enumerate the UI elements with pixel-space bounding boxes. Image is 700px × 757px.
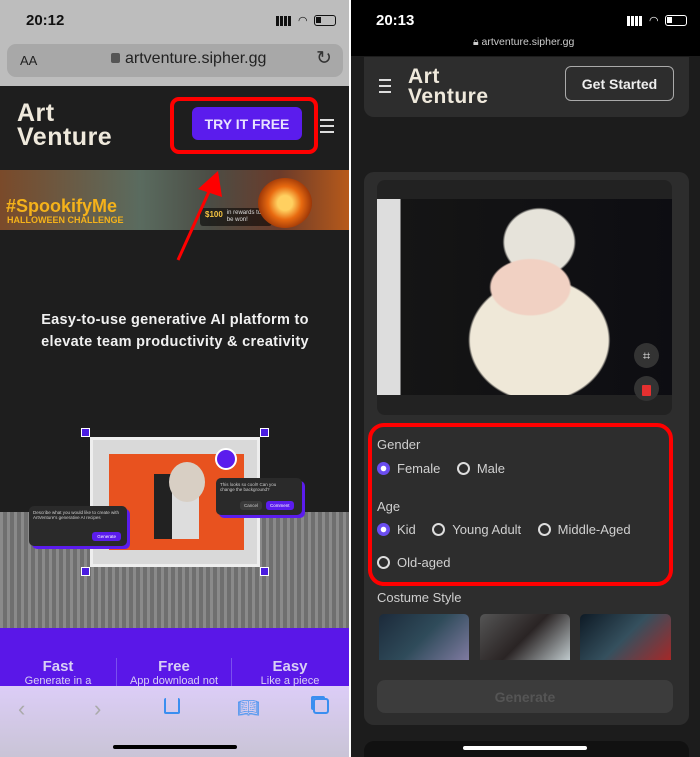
radio-young-adult[interactable]: Young Adult — [432, 522, 521, 537]
tabs-icon[interactable] — [313, 698, 329, 714]
age-label: Age — [377, 499, 401, 514]
home-indicator — [463, 746, 587, 750]
feature-easy: Easy Like a piece — [260, 658, 320, 687]
get-started-button[interactable]: Get Started — [565, 66, 674, 101]
share-icon[interactable] — [164, 698, 180, 714]
forward-icon[interactable]: › — [94, 696, 101, 722]
prompt-card: Describe what you would like to create w… — [29, 506, 127, 546]
hero-tagline: Easy-to-use generative AI platform to el… — [41, 312, 309, 350]
resize-handle[interactable] — [81, 428, 90, 437]
costume-style-label: Costume Style — [377, 590, 462, 605]
crop-icon[interactable]: ⌗ — [634, 343, 659, 368]
gender-label: Gender — [377, 437, 421, 452]
radio-female[interactable]: Female — [377, 461, 440, 476]
site-header: Art Venture Get Started — [364, 57, 689, 117]
resize-handle[interactable] — [81, 567, 90, 576]
highlight-box — [170, 97, 318, 154]
wifi-icon: ◠ — [298, 15, 308, 27]
costume-option-1[interactable] — [379, 614, 469, 660]
image-upload-area[interactable]: ⌗ — [377, 180, 672, 415]
back-icon[interactable]: ‹ — [18, 696, 25, 722]
gender-radio-group: Female Male — [377, 461, 517, 480]
home-indicator — [113, 745, 237, 749]
reload-icon[interactable]: ↻ — [316, 47, 332, 70]
status-icons: ◠ — [276, 14, 336, 27]
lock-icon — [111, 53, 120, 63]
right-phone-screen: 20:13 ◠ 🔒︎ artventure.sipher.gg Art Ventu… — [351, 0, 700, 757]
banner-subtitle: HALLOWEEN CHALLENGE — [7, 215, 124, 225]
features-section: Fast Generate in a Free App download not E… — [0, 628, 349, 688]
url-bar[interactable]: AA artventure.sipher.gg ↻ — [7, 44, 343, 77]
status-time: 20:13 — [376, 12, 415, 29]
illustration-cancel-button: Cancel — [240, 501, 263, 510]
feature-free: Free App download not — [116, 658, 232, 688]
bookmarks-icon[interactable]: 📖︎ — [237, 698, 260, 719]
costume-option-3[interactable] — [580, 614, 671, 660]
status-time: 20:12 — [26, 12, 65, 29]
left-phone-screen: 20:12 ◠ AA artventure.sipher.gg ↻ Art Ven… — [0, 0, 349, 757]
pumpkin-image — [258, 178, 312, 228]
avatar — [215, 448, 237, 470]
red-arrow-annotation — [176, 171, 222, 261]
radio-kid[interactable]: Kid — [377, 522, 416, 537]
age-radio-group: Kid Young Adult Middle-Aged Old-aged — [377, 522, 677, 574]
illustration-comment-button: Comment — [266, 501, 294, 510]
radio-middle-aged[interactable]: Middle-Aged — [537, 522, 631, 537]
menu-icon[interactable] — [379, 79, 391, 97]
safari-bottom-toolbar: ‹ › 📖︎ — [0, 686, 349, 757]
artventure-logo[interactable]: Art Venture — [17, 101, 112, 150]
wifi-icon: ◠ — [649, 15, 659, 27]
battery-icon — [313, 15, 336, 26]
menu-icon[interactable] — [320, 119, 334, 137]
illustration-generate-button: Generate — [92, 532, 121, 541]
signal-icon — [276, 15, 292, 26]
text-size-button[interactable]: AA — [20, 53, 37, 68]
comment-card: This looks so cool!! Can you change the … — [216, 478, 302, 515]
resize-handle[interactable] — [260, 428, 269, 437]
url-text: artventure.sipher.gg — [125, 50, 267, 67]
battery-icon — [664, 15, 687, 26]
artventure-logo[interactable]: Art Venture — [408, 66, 489, 107]
banner-hashtag: #SpookifyMe — [6, 196, 118, 216]
uploaded-baby-photo — [377, 199, 672, 395]
status-icons: ◠ — [627, 14, 687, 27]
resize-handle[interactable] — [260, 567, 269, 576]
radio-male[interactable]: Male — [456, 461, 505, 476]
feature-fast: Fast Generate in a — [24, 658, 92, 687]
radio-old-aged[interactable]: Old-aged — [377, 555, 450, 570]
delete-icon[interactable] — [634, 376, 659, 401]
generate-button[interactable]: Generate — [377, 680, 673, 713]
url-text: 🔒︎ artventure.sipher.gg — [473, 36, 575, 48]
costume-option-2[interactable] — [480, 614, 570, 660]
signal-icon — [627, 15, 643, 26]
